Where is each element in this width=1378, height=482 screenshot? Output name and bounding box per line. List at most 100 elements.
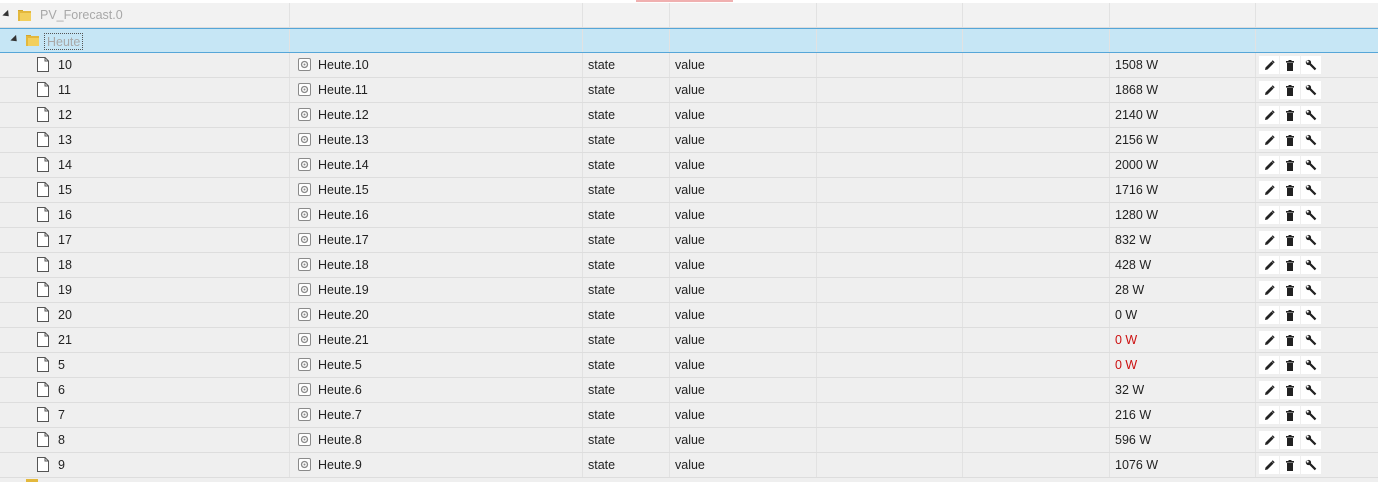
config-button[interactable] (1301, 106, 1321, 124)
delete-button[interactable] (1280, 181, 1300, 199)
value-cell[interactable]: 2000 W (1110, 153, 1256, 177)
value-cell[interactable]: 0 W (1110, 353, 1256, 377)
config-button[interactable] (1301, 331, 1321, 349)
value-cell[interactable]: 2156 W (1110, 128, 1256, 152)
edit-button[interactable] (1259, 406, 1279, 424)
delete-button[interactable] (1280, 131, 1300, 149)
value-cell[interactable]: 0 W (1110, 328, 1256, 352)
tree-row-state[interactable]: 21 Heute.21 state value 0 W (0, 328, 1378, 353)
value-cell[interactable]: 2140 W (1110, 103, 1256, 127)
delete-button[interactable] (1280, 56, 1300, 74)
tree-row-state[interactable]: 8 Heute.8 state value 596 W (0, 428, 1378, 453)
delete-button[interactable] (1280, 106, 1300, 124)
tree-row-folder[interactable]: Heute (0, 28, 1378, 53)
value-cell[interactable]: 1076 W (1110, 453, 1256, 477)
delete-button[interactable] (1280, 456, 1300, 474)
value-cell[interactable]: 1868 W (1110, 78, 1256, 102)
edit-button[interactable] (1259, 231, 1279, 249)
config-button[interactable] (1301, 81, 1321, 99)
delete-button[interactable] (1280, 281, 1300, 299)
config-button[interactable] (1301, 456, 1321, 474)
config-button[interactable] (1301, 356, 1321, 374)
tree-row-state[interactable]: 5 Heute.5 state value 0 W (0, 353, 1378, 378)
delete-button[interactable] (1280, 256, 1300, 274)
config-button[interactable] (1301, 231, 1321, 249)
expander-icon[interactable] (10, 34, 20, 45)
tree-row-state[interactable]: 14 Heute.14 state value 2000 W (0, 153, 1378, 178)
tree-row-state[interactable]: 15 Heute.15 state value 1716 W (0, 178, 1378, 203)
edit-button[interactable] (1259, 381, 1279, 399)
value-cell[interactable]: 0 W (1110, 303, 1256, 327)
delete-button[interactable] (1280, 431, 1300, 449)
tree-row-state[interactable]: 7 Heute.7 state value 216 W (0, 403, 1378, 428)
value-cell[interactable]: 596 W (1110, 428, 1256, 452)
object-value: 0 W (1115, 333, 1138, 347)
tree-row-state[interactable]: 18 Heute.18 state value 428 W (0, 253, 1378, 278)
config-button[interactable] (1301, 131, 1321, 149)
tree-row-state[interactable]: 19 Heute.19 state value 28 W (0, 278, 1378, 303)
value-cell[interactable]: 1508 W (1110, 53, 1256, 77)
room-cell (817, 153, 963, 177)
buttons-cell (1256, 78, 1378, 102)
expander-icon[interactable] (2, 9, 12, 20)
delete-button[interactable] (1280, 306, 1300, 324)
edit-button[interactable] (1259, 331, 1279, 349)
name-cell: 21 (0, 328, 290, 352)
edit-button[interactable] (1259, 281, 1279, 299)
edit-button[interactable] (1259, 356, 1279, 374)
delete-button[interactable] (1280, 406, 1300, 424)
tree-row-state[interactable]: 20 Heute.20 state value 0 W (0, 303, 1378, 328)
wrench-icon (1305, 459, 1317, 471)
value-cell[interactable]: 832 W (1110, 228, 1256, 252)
edit-button[interactable] (1259, 206, 1279, 224)
role-cell: value (670, 403, 817, 427)
function-cell (963, 78, 1110, 102)
config-button[interactable] (1301, 56, 1321, 74)
delete-button[interactable] (1280, 206, 1300, 224)
tree-row-state[interactable]: 16 Heute.16 state value 1280 W (0, 203, 1378, 228)
object-id: Heute.7 (318, 408, 362, 422)
delete-button[interactable] (1280, 81, 1300, 99)
delete-button[interactable] (1280, 381, 1300, 399)
config-button[interactable] (1301, 381, 1321, 399)
value-cell[interactable]: 32 W (1110, 378, 1256, 402)
function-cell (963, 428, 1110, 452)
tree-row-state[interactable]: 12 Heute.12 state value 2140 W (0, 103, 1378, 128)
config-button[interactable] (1301, 206, 1321, 224)
tree-row-state[interactable]: 17 Heute.17 state value 832 W (0, 228, 1378, 253)
config-button[interactable] (1301, 431, 1321, 449)
edit-button[interactable] (1259, 156, 1279, 174)
row-buttons (1259, 306, 1322, 324)
config-button[interactable] (1301, 306, 1321, 324)
value-cell[interactable]: 428 W (1110, 253, 1256, 277)
delete-button[interactable] (1280, 231, 1300, 249)
config-button[interactable] (1301, 406, 1321, 424)
edit-button[interactable] (1259, 306, 1279, 324)
value-cell[interactable]: 28 W (1110, 278, 1256, 302)
config-button[interactable] (1301, 181, 1321, 199)
tree-row-state[interactable]: 10 Heute.10 state value 1508 W (0, 53, 1378, 78)
tree-row-state[interactable]: 11 Heute.11 state value 1868 W (0, 78, 1378, 103)
config-button[interactable] (1301, 256, 1321, 274)
edit-button[interactable] (1259, 106, 1279, 124)
edit-button[interactable] (1259, 56, 1279, 74)
tree-row-state[interactable]: 13 Heute.13 state value 2156 W (0, 128, 1378, 153)
tree-row-state[interactable]: 6 Heute.6 state value 32 W (0, 378, 1378, 403)
edit-button[interactable] (1259, 81, 1279, 99)
edit-button[interactable] (1259, 256, 1279, 274)
tree-row-state[interactable]: 9 Heute.9 state value 1076 W (0, 453, 1378, 478)
config-button[interactable] (1301, 156, 1321, 174)
edit-button[interactable] (1259, 456, 1279, 474)
tree-row-root[interactable]: PV_Forecast.0 (0, 3, 1378, 28)
value-cell[interactable]: 216 W (1110, 403, 1256, 427)
delete-button[interactable] (1280, 356, 1300, 374)
edit-button[interactable] (1259, 131, 1279, 149)
value-cell[interactable]: 1716 W (1110, 178, 1256, 202)
edit-button[interactable] (1259, 181, 1279, 199)
delete-button[interactable] (1280, 331, 1300, 349)
config-button[interactable] (1301, 281, 1321, 299)
trash-icon (1286, 159, 1294, 171)
value-cell[interactable]: 1280 W (1110, 203, 1256, 227)
delete-button[interactable] (1280, 156, 1300, 174)
edit-button[interactable] (1259, 431, 1279, 449)
